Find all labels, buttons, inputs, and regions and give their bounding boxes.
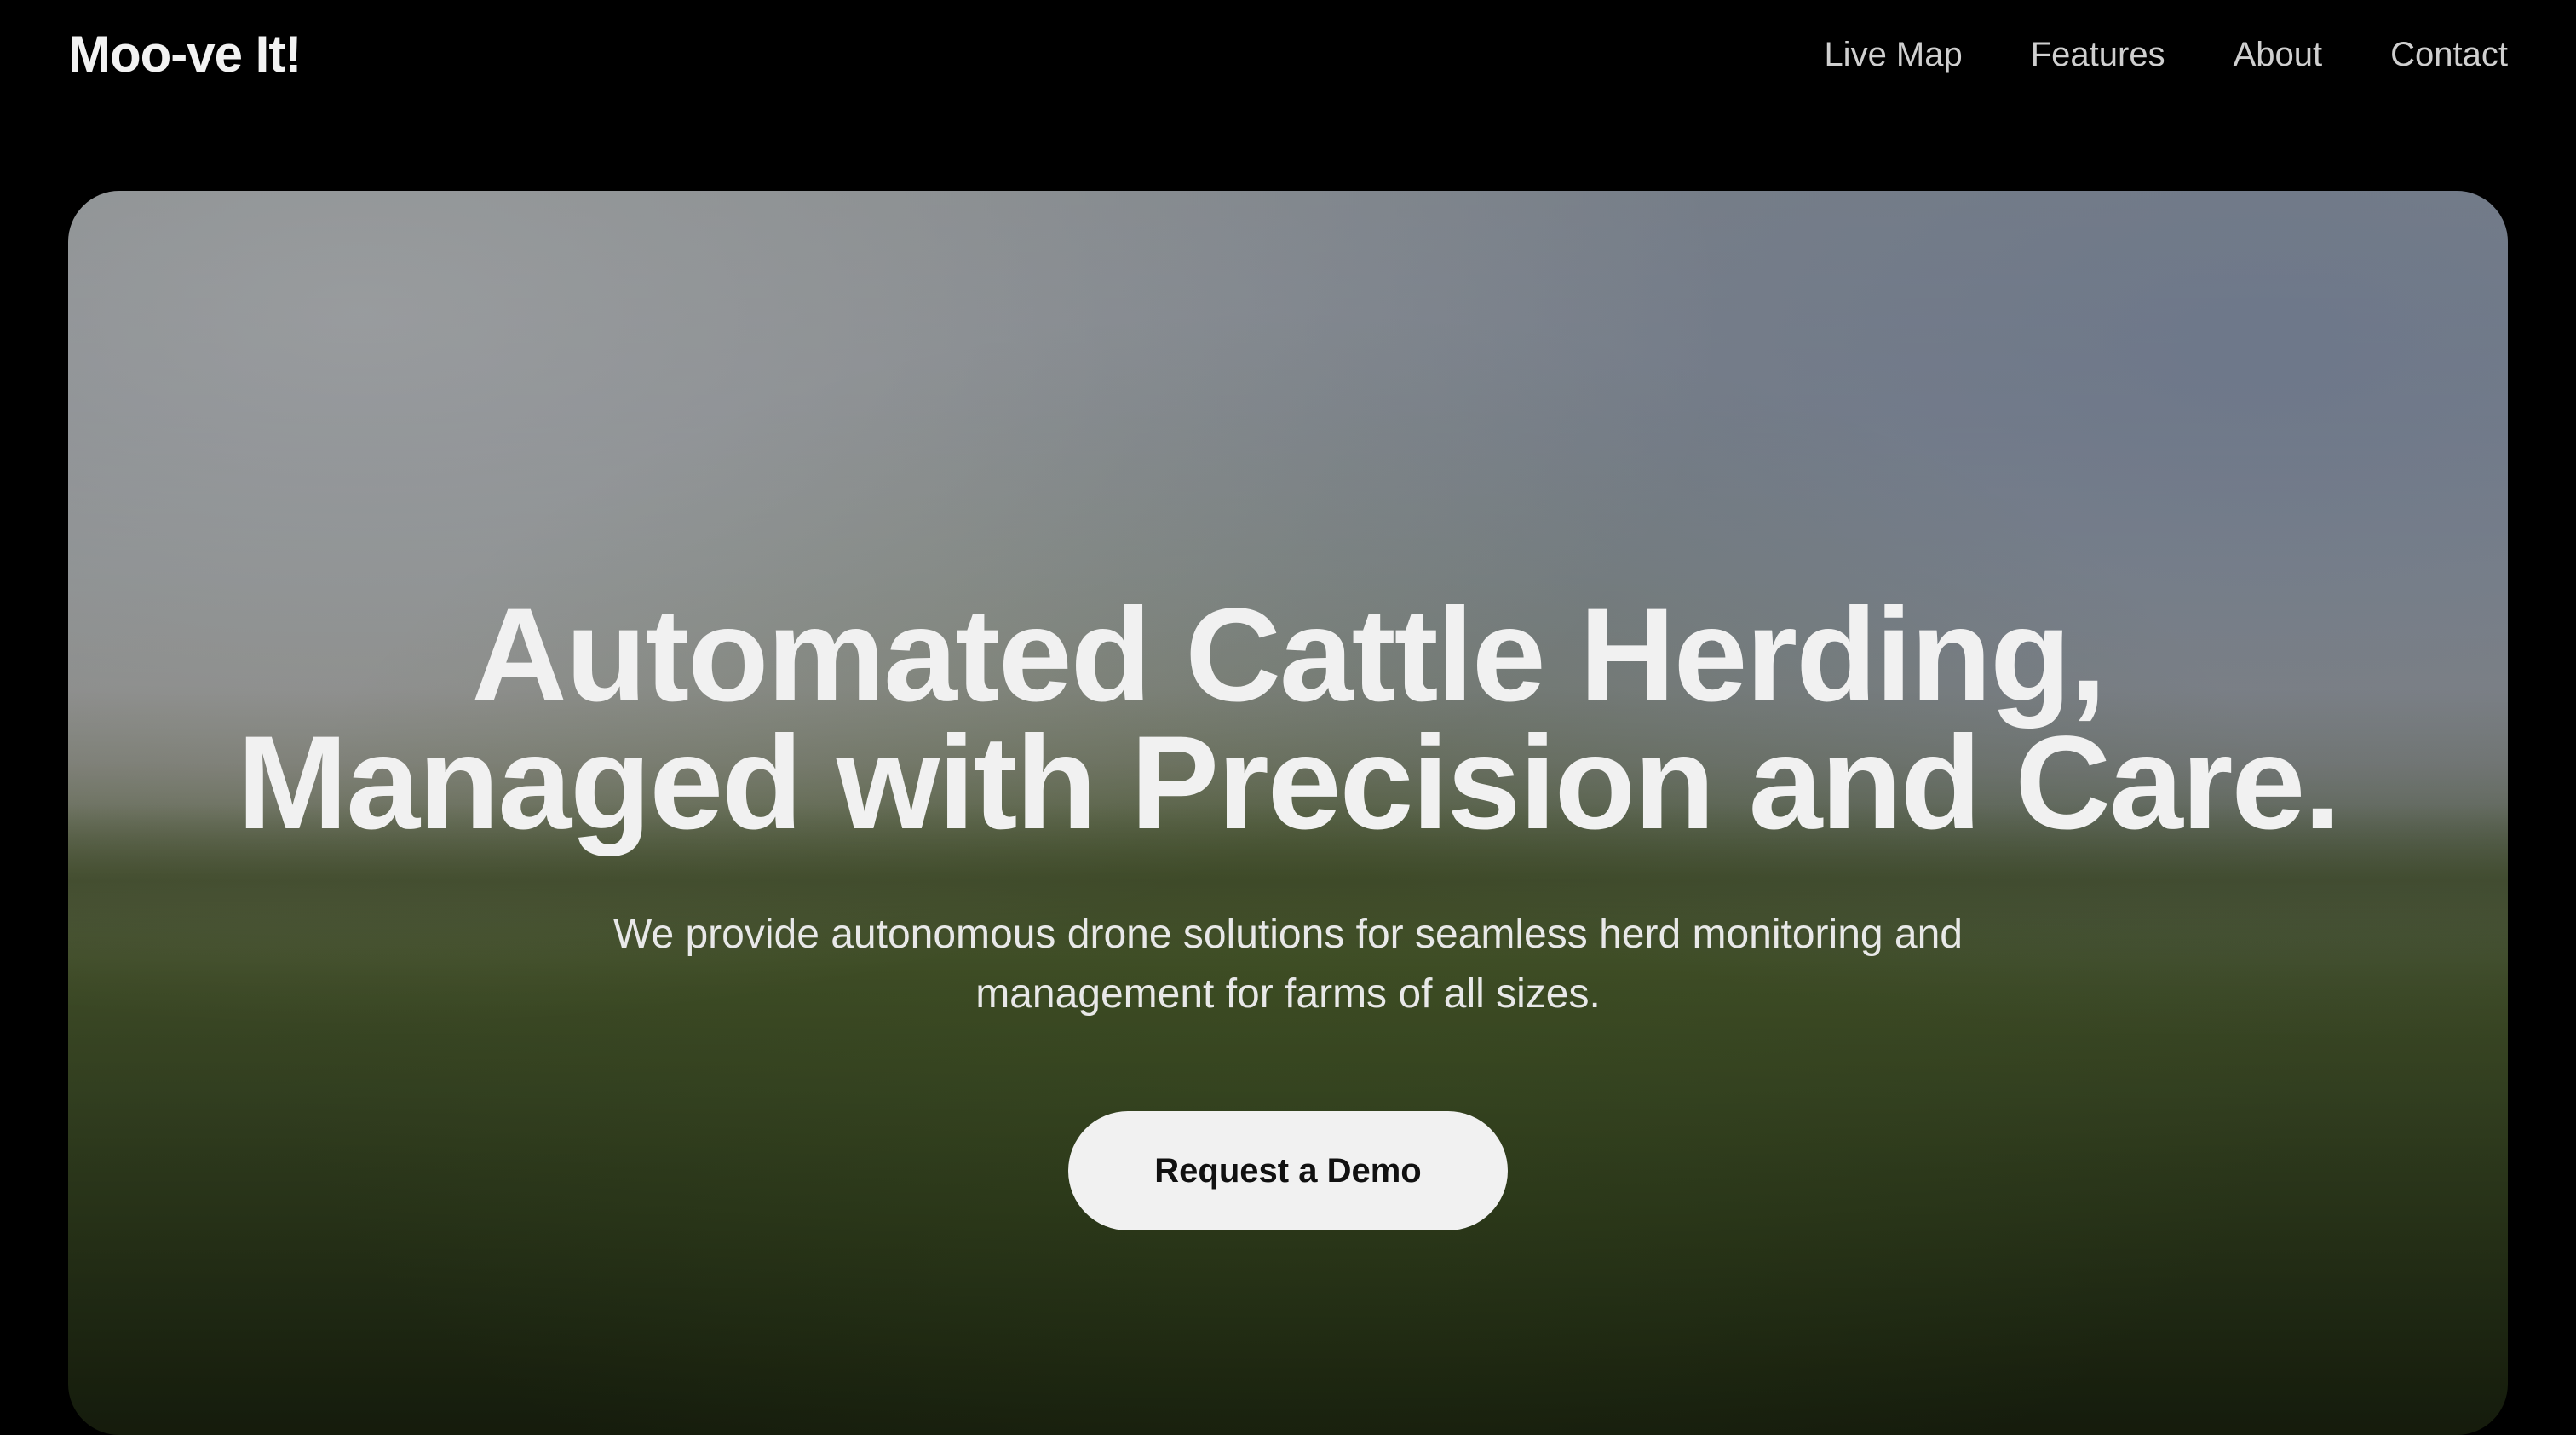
- request-demo-button[interactable]: Request a Demo: [1068, 1111, 1508, 1230]
- hero-subtext: We provide autonomous drone solutions fo…: [613, 912, 1963, 1017]
- hero-headline: Automated Cattle Herding, Managed with P…: [68, 581, 2508, 857]
- nav-link-contact[interactable]: Contact: [2390, 29, 2508, 80]
- nav-link-features[interactable]: Features: [2031, 29, 2165, 80]
- nav-link-live-map[interactable]: Live Map: [1824, 29, 1962, 80]
- nav-links: Live Map Features About Contact: [1824, 29, 2508, 80]
- hero-headline-line-1: Automated Cattle Herding,: [471, 581, 2106, 729]
- top-navbar: Moo-ve It! Live Map Features About Conta…: [0, 0, 2576, 111]
- hero-headline-line-2: Managed with Precision and Care.: [237, 709, 2340, 857]
- brand-logo[interactable]: Moo-ve It!: [68, 22, 302, 87]
- hero-section: Automated Cattle Herding, Managed with P…: [68, 191, 2508, 1435]
- nav-link-about[interactable]: About: [2234, 29, 2323, 80]
